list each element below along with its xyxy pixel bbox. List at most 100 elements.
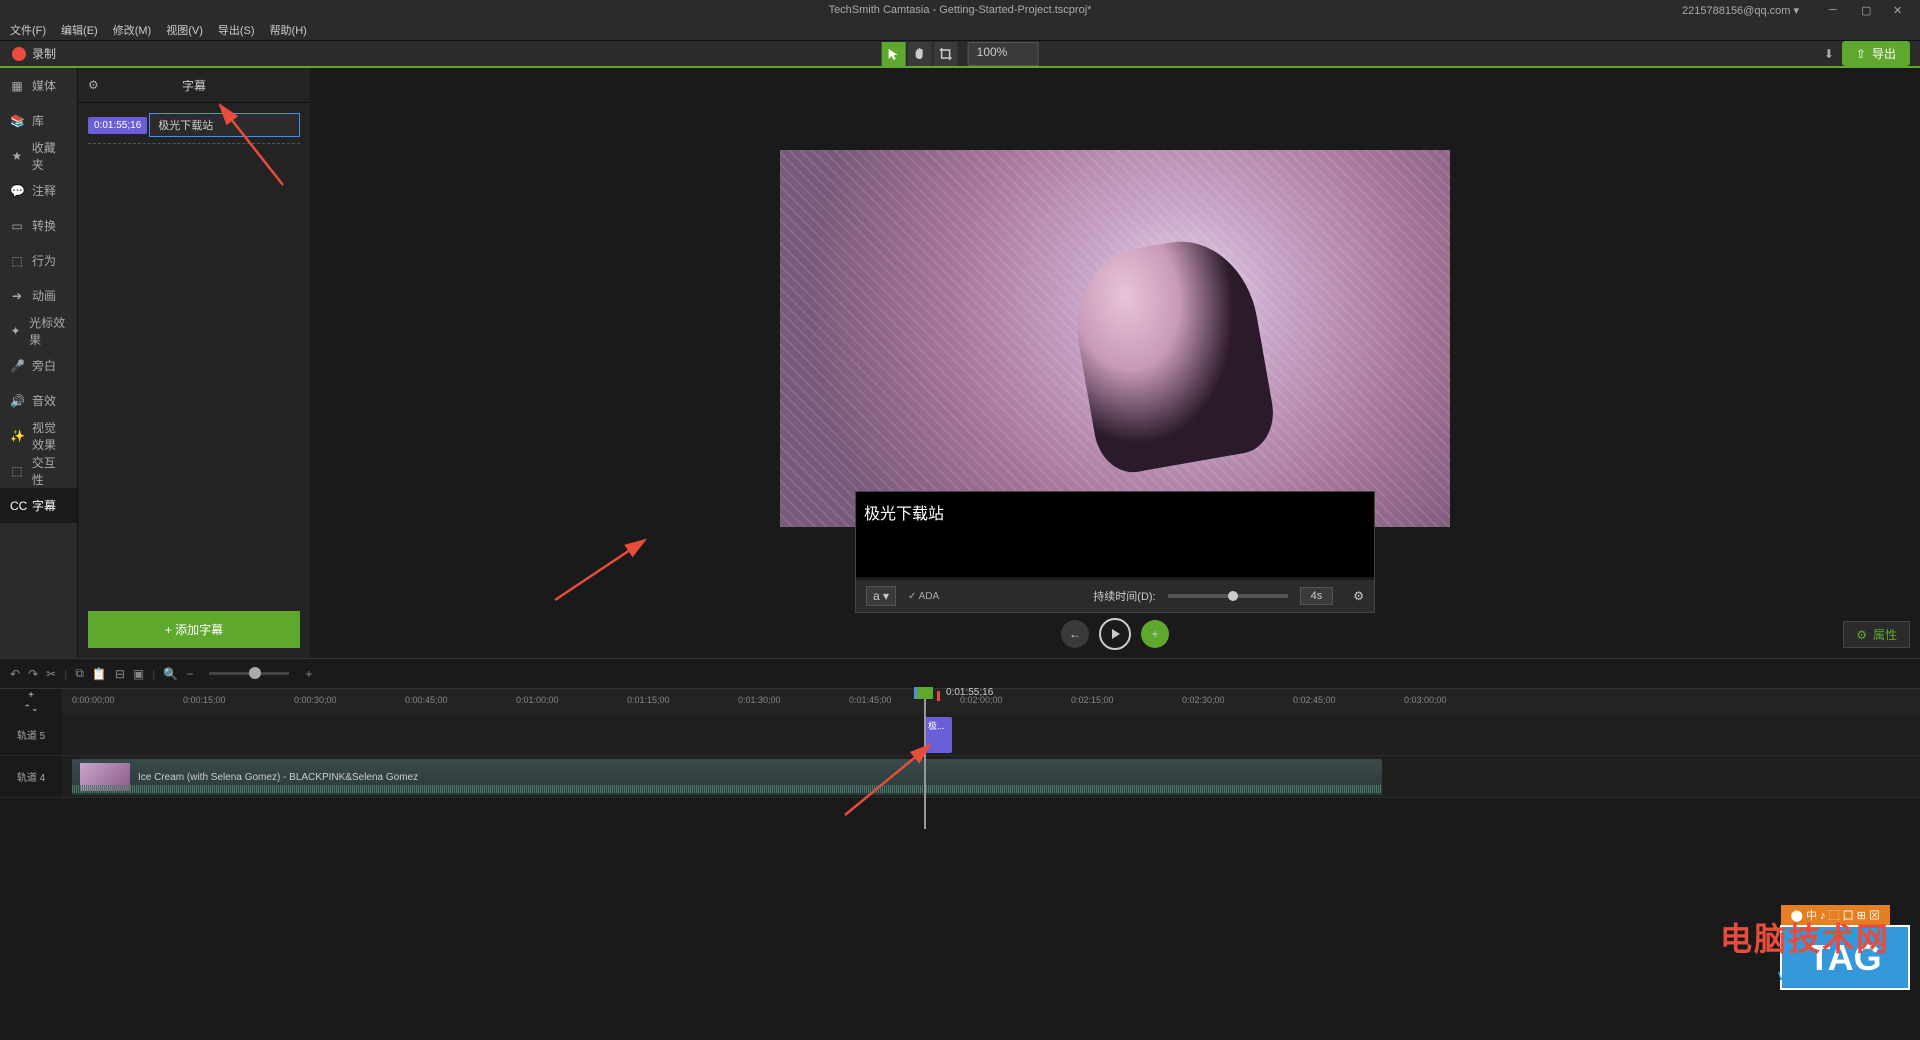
zoom-select[interactable]: 100% (968, 42, 1039, 66)
video-clip[interactable]: Ice Cream (with Selena Gomez) - BLACKPIN… (72, 759, 1382, 795)
redo-icon[interactable]: ↷ (28, 667, 38, 681)
caption-clip[interactable]: 极... (924, 717, 952, 753)
account-label[interactable]: 2215788156@qq.com ▾ (1682, 4, 1799, 17)
ruler-tick: 0:02:30;00 (1182, 695, 1225, 705)
pan-tool[interactable] (908, 42, 932, 66)
duration-label: 持续时间(D): (1093, 588, 1155, 604)
timeline-ruler[interactable]: 0:00:00;00 0:00:15;00 0:00:30;00 0:00:45… (62, 689, 1920, 714)
play-button[interactable] (1099, 618, 1131, 650)
undo-icon[interactable]: ↶ (10, 667, 20, 681)
record-icon (12, 47, 26, 61)
menubar: 文件(F) 编辑(E) 修改(M) 视图(V) 导出(S) 帮助(H) (0, 20, 1920, 40)
gear-icon[interactable]: ⚙ (88, 78, 99, 92)
sidebar-label: 旁白 (32, 357, 56, 374)
add-button[interactable]: + (1141, 620, 1169, 648)
gear-icon[interactable]: ⚙ (1353, 589, 1364, 603)
tool-icon[interactable]: ▣ (133, 667, 144, 681)
captions-panel: ⚙ 字幕 0:01:55;16 极光下载站 + 添加字幕 (78, 68, 310, 658)
visual-icon: ✨ (10, 429, 24, 443)
sidebar-item-behaviors[interactable]: ⬚行为 (0, 243, 77, 278)
record-button[interactable]: 录制 (0, 45, 68, 62)
preview-frame (780, 150, 1450, 527)
video-preview[interactable] (780, 150, 1450, 527)
caption-entry[interactable]: 0:01:55;16 极光下载站 (88, 113, 300, 137)
sidebar-item-cursor-effects[interactable]: ✦光标效果 (0, 313, 77, 348)
menu-help[interactable]: 帮助(H) (270, 22, 307, 38)
menu-edit[interactable]: 编辑(E) (61, 22, 98, 38)
track-5: 轨道 5 极... (0, 714, 1920, 756)
zoom-value: 100% (977, 45, 1008, 59)
ruler-tick: 0:01:00;00 (516, 695, 559, 705)
media-icon: ▦ (10, 79, 24, 93)
sidebar-item-animations[interactable]: ➔动画 (0, 278, 77, 313)
timeline: ↶ ↷ ✂ | ⧉ 📋 ⊟ ▣ | 🔍 − + + ⌃⌄ 0:00:00;00 … (0, 658, 1920, 828)
sidebar-item-media[interactable]: ▦媒体 (0, 68, 77, 103)
sidebar-label: 交互性 (32, 454, 67, 488)
collapse-icon[interactable]: ⌃⌄ (23, 703, 38, 714)
sidebar: ▦媒体 📚库 ★收藏夹 💬注释 ▭转换 ⬚行为 ➔动画 ✦光标效果 🎤旁白 🔊音… (0, 68, 78, 658)
sidebar-item-narration[interactable]: 🎤 旁白 (0, 348, 77, 383)
search-icon[interactable]: 🔍 (163, 667, 178, 681)
sidebar-label: 库 (32, 112, 44, 129)
menu-view[interactable]: 视图(V) (166, 22, 203, 38)
end-marker[interactable] (937, 691, 940, 701)
maximize-button[interactable]: ▢ (1861, 4, 1873, 16)
panel-title: 字幕 (182, 77, 206, 94)
playhead[interactable]: 0:01:55;16 (924, 689, 926, 829)
zoom-slider[interactable] (209, 672, 289, 675)
paste-icon[interactable]: 📋 (92, 667, 107, 681)
sidebar-item-captions[interactable]: CC字幕 (0, 488, 77, 523)
duration-value[interactable]: 4s (1300, 587, 1334, 605)
export-label: 导出 (1872, 45, 1896, 62)
cursor-tool[interactable] (882, 42, 906, 66)
add-track-icon[interactable]: + (28, 690, 34, 701)
download-icon[interactable]: ⬇ (1824, 47, 1834, 61)
track-label[interactable]: 轨道 4 (0, 756, 62, 797)
export-button[interactable]: ⇧ 导出 (1842, 41, 1910, 66)
prev-button[interactable]: ← (1061, 620, 1089, 648)
ruler-tick: 0:00:30;00 (294, 695, 337, 705)
track-content[interactable]: Ice Cream (with Selena Gomez) - BLACKPIN… (62, 756, 1920, 797)
sidebar-label: 音效 (32, 392, 56, 409)
annotation-icon: 💬 (10, 184, 24, 198)
sidebar-item-visual-effects[interactable]: ✨ 视觉效果 (0, 418, 77, 453)
caption-text[interactable]: 极光下载站 (149, 113, 300, 137)
sidebar-item-interactivity[interactable]: ⬚交互性 (0, 453, 77, 488)
library-icon: 📚 (10, 114, 24, 128)
copy-icon[interactable]: ⧉ (75, 666, 84, 681)
ada-check[interactable]: ✓ ADA (908, 591, 939, 602)
sidebar-label: 视觉效果 (32, 419, 67, 453)
menu-export[interactable]: 导出(S) (218, 22, 255, 38)
playback-controls: ← + (1061, 618, 1169, 650)
close-button[interactable]: ✕ (1893, 4, 1905, 16)
playhead-time: 0:01:55;16 (946, 687, 993, 698)
caption-list: 0:01:55;16 极光下载站 (78, 103, 310, 601)
mic-icon: 🎤 (10, 359, 24, 373)
clip-title: Ice Cream (with Selena Gomez) - BLACKPIN… (138, 772, 418, 783)
split-icon[interactable]: ⊟ (115, 667, 125, 681)
minimize-button[interactable]: ─ (1829, 4, 1841, 16)
canvas-area: 极光下载站 a ▾ ✓ ADA 持续时间(D): 4s ⚙ ← + ⚙ 属性 (310, 68, 1920, 658)
sidebar-item-library[interactable]: 📚库 (0, 103, 77, 138)
caption-textarea[interactable]: 极光下载站 (856, 492, 1374, 577)
sidebar-item-audio-effects[interactable]: 🔊音效 (0, 383, 77, 418)
ruler-tick: 0:02:15;00 (1071, 695, 1114, 705)
properties-button[interactable]: ⚙ 属性 (1843, 621, 1910, 648)
track-content[interactable]: 极... (62, 714, 1920, 755)
sidebar-item-favorites[interactable]: ★收藏夹 (0, 138, 77, 173)
menu-file[interactable]: 文件(F) (10, 22, 46, 38)
sidebar-item-annotations[interactable]: 💬注释 (0, 173, 77, 208)
zoom-in-icon[interactable]: + (305, 667, 312, 681)
font-button[interactable]: a ▾ (866, 586, 896, 606)
menu-modify[interactable]: 修改(M) (113, 22, 152, 38)
track-label[interactable]: 轨道 5 (0, 714, 62, 755)
add-caption-button[interactable]: + 添加字幕 (88, 611, 300, 648)
cut-icon[interactable]: ✂ (46, 667, 56, 681)
toolbar: 录制 100% ⬇ ⇧ 导出 (0, 40, 1920, 68)
transition-icon: ▭ (10, 219, 24, 233)
crop-tool[interactable] (934, 42, 958, 66)
sidebar-label: 字幕 (32, 497, 56, 514)
zoom-out-icon[interactable]: − (186, 667, 193, 681)
sidebar-item-transitions[interactable]: ▭转换 (0, 208, 77, 243)
duration-slider[interactable] (1168, 594, 1288, 598)
